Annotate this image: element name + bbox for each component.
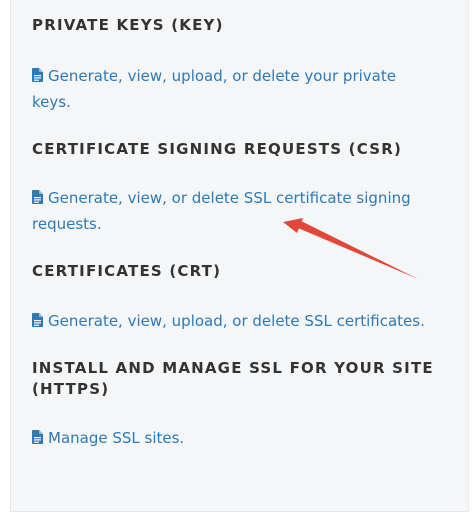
link-certificates-text[interactable]: Generate, view, upload, or delete SSL ce… (48, 312, 425, 330)
link-csr[interactable]: Generate, view, or delete SSL certificat… (32, 185, 411, 211)
section-title-install-ssl-line2: (HTTPS) (32, 380, 110, 398)
section-title-csr: CERTIFICATE SIGNING REQUESTS (CSR) (32, 140, 403, 158)
link-csr-text-line2[interactable]: requests. (32, 215, 102, 233)
file-text-icon (32, 68, 43, 82)
section-title-private-keys: PRIVATE KEYS (KEY) (32, 16, 224, 34)
link-private-keys-text-line2[interactable]: keys. (32, 93, 71, 111)
link-manage-ssl-sites[interactable]: Manage SSL sites. (32, 425, 184, 451)
file-text-icon (32, 190, 43, 204)
link-private-keys-continued[interactable]: keys. (32, 89, 71, 115)
file-text-icon (32, 430, 43, 444)
section-title-install-ssl: INSTALL AND MANAGE SSL FOR YOUR SITE (32, 359, 434, 377)
file-text-icon (32, 313, 43, 327)
link-manage-ssl-sites-text[interactable]: Manage SSL sites. (48, 429, 184, 447)
link-csr-text[interactable]: Generate, view, or delete SSL certificat… (48, 189, 411, 207)
link-csr-continued[interactable]: requests. (32, 211, 102, 237)
link-private-keys[interactable]: Generate, view, upload, or delete your p… (32, 63, 396, 89)
link-certificates[interactable]: Generate, view, upload, or delete SSL ce… (32, 308, 425, 334)
section-title-certificates: CERTIFICATES (CRT) (32, 262, 222, 280)
link-private-keys-text[interactable]: Generate, view, upload, or delete your p… (48, 67, 396, 85)
ssl-tls-panel: PRIVATE KEYS (KEY) Generate, view, uploa… (10, 0, 469, 512)
